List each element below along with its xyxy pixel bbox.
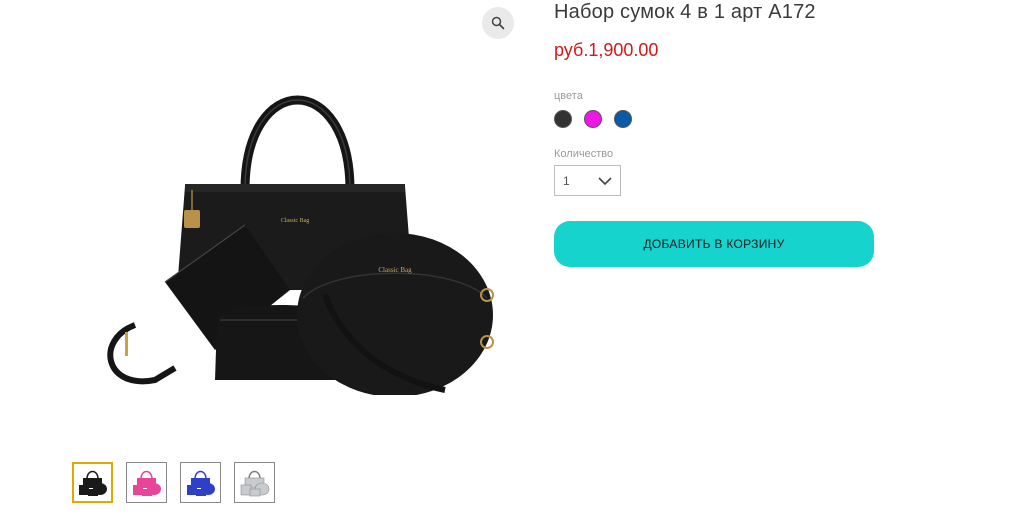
bag-set-thumbnail-icon <box>240 470 270 497</box>
color-swatch-pink[interactable] <box>584 110 602 128</box>
thumbnail-strip <box>72 462 275 503</box>
thumbnail-silver[interactable] <box>234 462 275 503</box>
product-price: руб.1,900.00 <box>554 40 659 60</box>
quantity-label: Количество <box>554 148 614 160</box>
color-swatch-black[interactable] <box>554 110 572 128</box>
product-main-image[interactable]: Classic Bag Classic Bag <box>95 50 525 395</box>
bag-set-thumbnail-icon <box>79 470 107 496</box>
add-to-cart-button[interactable]: ДОБАВИТЬ В КОРЗИНУ <box>554 221 874 267</box>
bag-set-thumbnail-icon <box>133 470 161 496</box>
zoom-button[interactable] <box>482 7 514 39</box>
svg-text:Classic Bag: Classic Bag <box>378 266 412 274</box>
product-title: Набор сумок 4 в 1 арт A172 <box>554 1 816 23</box>
quantity-select[interactable]: 1 <box>554 165 621 196</box>
thumbnail-pink[interactable] <box>126 462 167 503</box>
svg-text:Classic Bag: Classic Bag <box>281 218 310 224</box>
color-swatches <box>554 110 632 128</box>
color-swatch-blue[interactable] <box>614 110 632 128</box>
chevron-down-icon <box>598 176 612 185</box>
thumbnail-blue[interactable] <box>180 462 221 503</box>
color-label: цвета <box>554 90 583 102</box>
quantity-value: 1 <box>563 173 570 188</box>
magnifier-icon <box>491 16 505 30</box>
thumbnail-black[interactable] <box>72 462 113 503</box>
bag-set-thumbnail-icon <box>187 470 215 496</box>
